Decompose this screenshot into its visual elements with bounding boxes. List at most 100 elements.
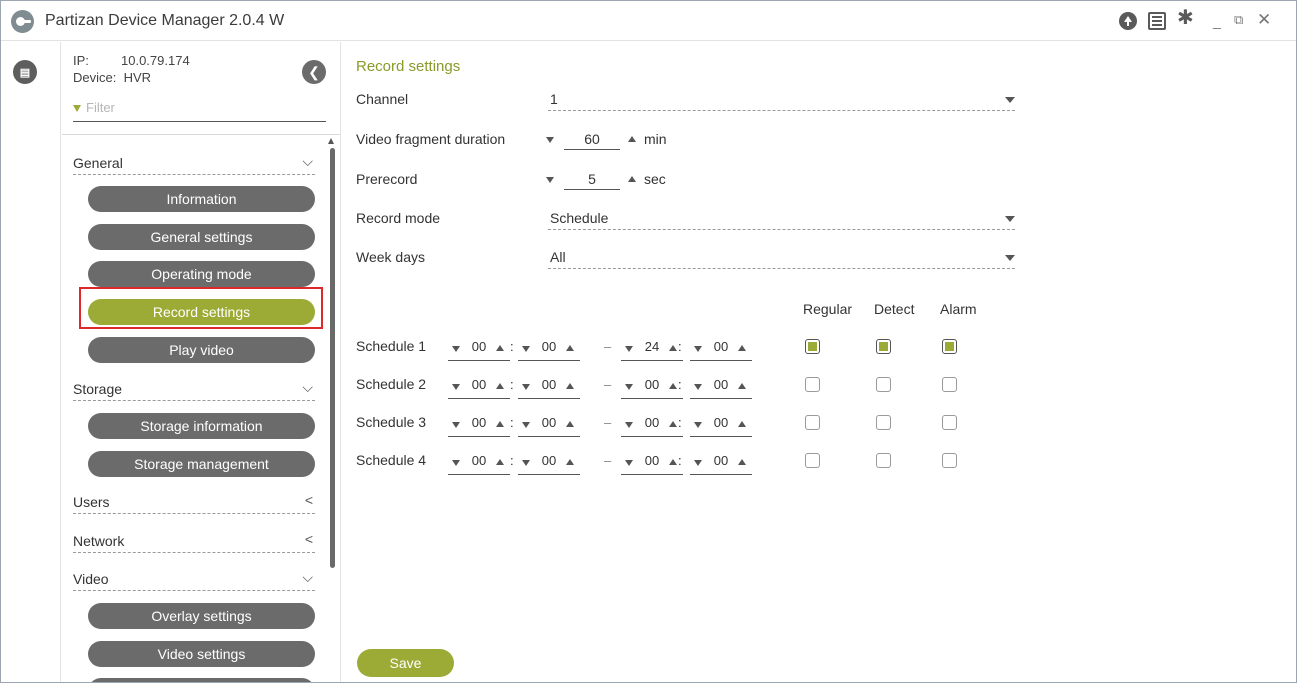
end-minute-value[interactable]: 00 (706, 415, 736, 430)
increment-icon[interactable] (669, 345, 677, 351)
detect-checkbox[interactable] (876, 339, 891, 354)
nav-item-storage-information[interactable]: Storage information (88, 413, 315, 439)
increment-icon[interactable] (738, 383, 746, 389)
increment-icon[interactable] (628, 176, 636, 182)
ip-value: 10.0.79.174 (121, 53, 190, 68)
restore-button[interactable]: ⧉ (1234, 12, 1252, 30)
end-hour-value[interactable]: 24 (637, 339, 667, 354)
decrement-icon[interactable] (452, 460, 460, 466)
section-storage[interactable]: Storage ⌵ (73, 375, 315, 401)
increment-icon[interactable] (738, 421, 746, 427)
start-hour-value[interactable]: 00 (464, 339, 494, 354)
decrement-icon[interactable] (625, 460, 633, 466)
detect-checkbox[interactable] (876, 415, 891, 430)
regular-checkbox[interactable] (805, 415, 820, 430)
increment-icon[interactable] (496, 383, 504, 389)
start-minute-value[interactable]: 00 (534, 377, 564, 392)
filter-input[interactable]: Filter (73, 100, 326, 122)
upload-icon[interactable] (1119, 12, 1137, 30)
alarm-checkbox[interactable] (942, 339, 957, 354)
decrement-icon[interactable] (546, 177, 554, 183)
decrement-icon[interactable] (625, 422, 633, 428)
filter-placeholder: Filter (86, 100, 115, 115)
record-mode-select[interactable]: Schedule (548, 208, 1015, 230)
nav-item-video-settings[interactable]: Video settings (88, 641, 315, 667)
increment-icon[interactable] (566, 421, 574, 427)
start-minute-value[interactable]: 00 (534, 453, 564, 468)
increment-icon[interactable] (566, 345, 574, 351)
section-users[interactable]: Users < (73, 488, 315, 514)
section-general[interactable]: General ⌵ (73, 149, 315, 175)
nav-item-information[interactable]: Information (88, 186, 315, 212)
prerecord-value[interactable]: 5 (564, 171, 620, 190)
increment-icon[interactable] (496, 421, 504, 427)
start-minute-value[interactable]: 00 (534, 339, 564, 354)
start-minute-value[interactable]: 00 (534, 415, 564, 430)
alarm-checkbox[interactable] (942, 377, 957, 392)
increment-icon[interactable] (496, 459, 504, 465)
nav-item-overlay-settings[interactable]: Overlay settings (88, 603, 315, 629)
scrollbar-thumb[interactable] (330, 148, 335, 568)
end-hour-value[interactable]: 00 (637, 377, 667, 392)
decrement-icon[interactable] (452, 422, 460, 428)
decrement-icon[interactable] (625, 346, 633, 352)
list-icon[interactable] (1148, 12, 1166, 30)
column-header-detect: Detect (874, 301, 915, 317)
decrement-icon[interactable] (694, 460, 702, 466)
device-list-icon[interactable]: ▤ (13, 60, 37, 84)
detect-checkbox[interactable] (876, 377, 891, 392)
regular-checkbox[interactable] (805, 339, 820, 354)
nav-item-operating-mode[interactable]: Operating mode (88, 261, 315, 287)
channel-select[interactable]: 1 (548, 89, 1015, 111)
section-network[interactable]: Network < (73, 527, 315, 553)
decrement-icon[interactable] (625, 384, 633, 390)
increment-icon[interactable] (566, 383, 574, 389)
week-days-select[interactable]: All (548, 247, 1015, 269)
device-info: IP: 10.0.79.174 Device: HVR (73, 52, 190, 86)
increment-icon[interactable] (566, 459, 574, 465)
nav-item-general-settings[interactable]: General settings (88, 224, 315, 250)
alarm-checkbox[interactable] (942, 415, 957, 430)
fragment-value[interactable]: 60 (564, 131, 620, 150)
regular-checkbox[interactable] (805, 453, 820, 468)
section-video[interactable]: Video ⌵ (73, 565, 315, 591)
decrement-icon[interactable] (452, 346, 460, 352)
end-minute-value[interactable]: 00 (706, 339, 736, 354)
range-dash: – (604, 339, 612, 354)
nav-item-play-video[interactable]: Play video (88, 337, 315, 363)
decrement-icon[interactable] (522, 384, 530, 390)
end-hour-value[interactable]: 00 (637, 415, 667, 430)
decrement-icon[interactable] (546, 137, 554, 143)
end-minute-value[interactable]: 00 (706, 453, 736, 468)
start-hour-value[interactable]: 00 (464, 415, 494, 430)
increment-icon[interactable] (738, 345, 746, 351)
nav-item-partial[interactable] (88, 678, 315, 682)
nav-item-storage-management[interactable]: Storage management (88, 451, 315, 477)
alarm-checkbox[interactable] (942, 453, 957, 468)
save-button[interactable]: Save (357, 649, 454, 677)
start-hour-value[interactable]: 00 (464, 453, 494, 468)
increment-icon[interactable] (496, 345, 504, 351)
decrement-icon[interactable] (694, 346, 702, 352)
end-hour-value[interactable]: 00 (637, 453, 667, 468)
collapse-panel-button[interactable]: ❮ (302, 60, 326, 84)
decrement-icon[interactable] (694, 422, 702, 428)
increment-icon[interactable] (669, 383, 677, 389)
decrement-icon[interactable] (522, 422, 530, 428)
regular-checkbox[interactable] (805, 377, 820, 392)
decrement-icon[interactable] (694, 384, 702, 390)
increment-icon[interactable] (628, 136, 636, 142)
increment-icon[interactable] (669, 421, 677, 427)
detect-checkbox[interactable] (876, 453, 891, 468)
increment-icon[interactable] (669, 459, 677, 465)
end-minute-value[interactable]: 00 (706, 377, 736, 392)
minimize-button[interactable]: _ (1213, 13, 1231, 31)
gear-icon[interactable]: ✱ (1177, 8, 1195, 28)
scroll-up-icon[interactable] (328, 138, 334, 144)
increment-icon[interactable] (738, 459, 746, 465)
close-button[interactable]: ✕ (1257, 10, 1275, 29)
decrement-icon[interactable] (452, 384, 460, 390)
decrement-icon[interactable] (522, 460, 530, 466)
decrement-icon[interactable] (522, 346, 530, 352)
start-hour-value[interactable]: 00 (464, 377, 494, 392)
